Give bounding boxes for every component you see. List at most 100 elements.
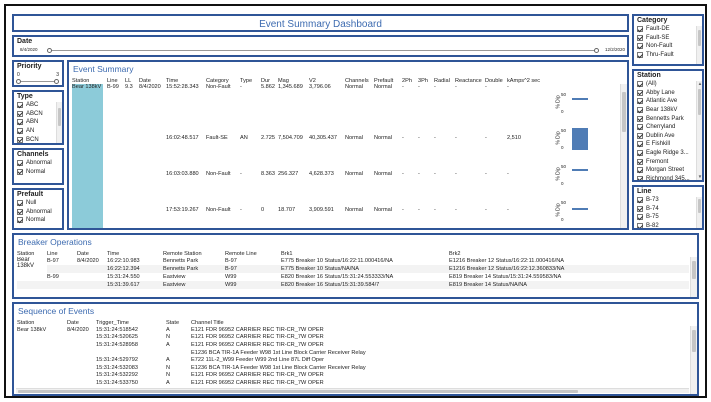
checkbox-icon[interactable]: [637, 26, 643, 33]
breaker-row[interactable]: B-99 15:31:24.550 Eastview W99 E820 Breaker …: [17, 273, 689, 281]
breaker-row[interactable]: 15:31:39.617 Eastview W99 E820 Breaker 16 S…: [17, 281, 689, 289]
type-option-abcn[interactable]: ABCN: [14, 110, 62, 119]
sequence-row[interactable]: 15:31:24:532292 N E121 FDR 96952 CARRIER R…: [17, 372, 417, 380]
priority-slider-min-handle[interactable]: [16, 78, 21, 84]
date-slider-end-handle[interactable]: [594, 47, 599, 53]
category-option-thru-fault[interactable]: Thru-Fault: [634, 51, 702, 60]
dip-bar[interactable]: [572, 208, 588, 210]
station-option[interactable]: Bear 138kV: [634, 106, 702, 115]
sequence-of-events-scrollbar[interactable]: [690, 326, 697, 394]
scroll-thumb[interactable]: [58, 108, 61, 126]
station-option-all[interactable]: (All): [634, 80, 702, 89]
checkbox-icon[interactable]: [17, 168, 23, 175]
type-scrollbar[interactable]: [56, 102, 62, 143]
checkbox-icon[interactable]: [637, 150, 643, 157]
scroll-thumb[interactable]: [698, 30, 701, 46]
checkbox-icon[interactable]: [17, 128, 23, 135]
date-slider-start-handle[interactable]: [47, 47, 52, 53]
checkbox-icon[interactable]: [637, 197, 643, 204]
checkbox-icon[interactable]: [637, 214, 643, 221]
category-option-fault-de[interactable]: Fault-DE: [634, 25, 702, 34]
dip-bar[interactable]: [572, 128, 588, 150]
checkbox-icon[interactable]: [637, 34, 643, 41]
dip-bar[interactable]: [572, 98, 588, 100]
checkbox-icon[interactable]: [637, 107, 643, 114]
station-option[interactable]: Dublin Ave: [634, 132, 702, 141]
station-option[interactable]: Cherryland: [634, 123, 702, 132]
station-option[interactable]: Morgan Street: [634, 166, 702, 175]
scroll-thumb[interactable]: [692, 330, 696, 352]
date-slider-track[interactable]: [50, 50, 597, 51]
checkbox-icon[interactable]: [17, 208, 23, 215]
event-row[interactable]: Bear 138kV B-99 9.3 8/4/2020 15:52:28.343 Non…: [72, 84, 592, 120]
category-scrollbar[interactable]: [696, 26, 702, 64]
breaker-row[interactable]: 16:22:12.394 Bennetts Park B-97 E775 Breake…: [17, 265, 689, 273]
event-row[interactable]: 16:03:03.880 Non-Fault - 8.363 256.327 4,628.…: [72, 156, 592, 192]
sequence-row[interactable]: 15:31:24:532083 N E1236 BCA TIR-1A Feeder …: [17, 364, 417, 372]
breaker-row[interactable]: Bear 138kV B-97 8/4/2020 16:22:10.983 Bennet…: [17, 257, 689, 269]
checkbox-icon[interactable]: [637, 167, 643, 174]
station-option[interactable]: Fremont: [634, 157, 702, 166]
line-option[interactable]: B-74: [634, 205, 702, 214]
scroll-thumb[interactable]: [692, 261, 696, 279]
station-option[interactable]: Bennetts Park: [634, 114, 702, 123]
station-option[interactable]: E Fishkill: [634, 140, 702, 149]
line-option[interactable]: B-73: [634, 196, 702, 205]
checkbox-icon[interactable]: [17, 217, 23, 224]
scroll-thumb[interactable]: [698, 89, 701, 115]
event-row[interactable]: 17:53:19.267 Non-Fault - 0 18.707 3,909.591 No…: [72, 192, 592, 228]
priority-slider-max-handle[interactable]: [54, 78, 59, 84]
type-option-an[interactable]: AN: [14, 127, 62, 136]
station-option[interactable]: Abby Lane: [634, 89, 702, 98]
prefault-option-normal[interactable]: Normal: [14, 216, 62, 225]
checkbox-icon[interactable]: [637, 132, 643, 139]
channels-option-abnormal[interactable]: Abnormal: [14, 159, 62, 168]
type-option-abc[interactable]: ABC: [14, 101, 62, 110]
station-option[interactable]: Eagle Ridge 3...: [634, 149, 702, 158]
checkbox-icon[interactable]: [637, 52, 643, 59]
type-option-abn[interactable]: ABN: [14, 118, 62, 127]
checkbox-icon[interactable]: [637, 175, 643, 180]
sequence-row[interactable]: Bear 138kV 8/4/2020 15:31:24:518542 A E121 F…: [17, 326, 417, 334]
checkbox-icon[interactable]: [17, 119, 23, 126]
sequence-of-events-hscrollbar[interactable]: [16, 388, 689, 393]
col-header[interactable]: Reactance: [455, 78, 485, 84]
checkbox-icon[interactable]: [637, 141, 643, 148]
checkbox-icon[interactable]: [637, 43, 643, 50]
station-option[interactable]: Atlantic Ave: [634, 97, 702, 106]
checkbox-icon[interactable]: [17, 136, 23, 143]
checkbox-icon[interactable]: [637, 205, 643, 212]
line-option[interactable]: B-75: [634, 213, 702, 222]
prefault-option-null[interactable]: Null: [14, 199, 62, 208]
checkbox-icon[interactable]: [17, 110, 23, 117]
sequence-row[interactable]: E1236 BCA TIR-1A Feeder W98 1st Line Blo…: [17, 349, 417, 357]
sequence-row[interactable]: 15:31:24:533750 A E121 FDR 96952 CARRIER R…: [17, 379, 417, 387]
line-scrollbar[interactable]: [696, 197, 702, 228]
event-summary-scrollbar[interactable]: [620, 84, 627, 228]
scroll-thumb[interactable]: [698, 199, 701, 213]
sequence-row[interactable]: 15:31:24:529792 A E722 11L-2_W99 Feeder W9…: [17, 356, 417, 364]
prefault-option-abnormal[interactable]: Abnormal: [14, 208, 62, 217]
scroll-down-icon[interactable]: ▼: [697, 174, 702, 180]
priority-slider-track[interactable]: [18, 81, 57, 82]
category-option-non-fault[interactable]: Non-Fault: [634, 42, 702, 51]
breaker-operations-scrollbar[interactable]: [690, 257, 697, 297]
checkbox-icon[interactable]: [637, 158, 643, 165]
checkbox-icon[interactable]: [17, 200, 23, 207]
category-option-fault-se[interactable]: Fault-SE: [634, 34, 702, 43]
line-option[interactable]: B-82: [634, 222, 702, 228]
checkbox-icon[interactable]: [637, 223, 643, 228]
checkbox-icon[interactable]: [637, 98, 643, 105]
checkbox-icon[interactable]: [637, 115, 643, 122]
sequence-row[interactable]: 15:31:24:528958 A E121 FDR 96952 CARRIER R…: [17, 341, 417, 349]
checkbox-icon[interactable]: [637, 81, 643, 88]
station-scrollbar[interactable]: ▲ ▼: [696, 81, 702, 180]
checkbox-icon[interactable]: [637, 89, 643, 96]
channels-option-normal[interactable]: Normal: [14, 168, 62, 177]
checkbox-icon[interactable]: [637, 124, 643, 131]
event-row[interactable]: 16:02:48.517 Fault-SE AN 2.725 7,504.709 40,3…: [72, 120, 592, 156]
checkbox-icon[interactable]: [17, 160, 23, 167]
scroll-thumb[interactable]: [18, 389, 578, 393]
dip-bar[interactable]: [572, 169, 588, 171]
station-option[interactable]: Richmond 345...: [634, 175, 702, 180]
